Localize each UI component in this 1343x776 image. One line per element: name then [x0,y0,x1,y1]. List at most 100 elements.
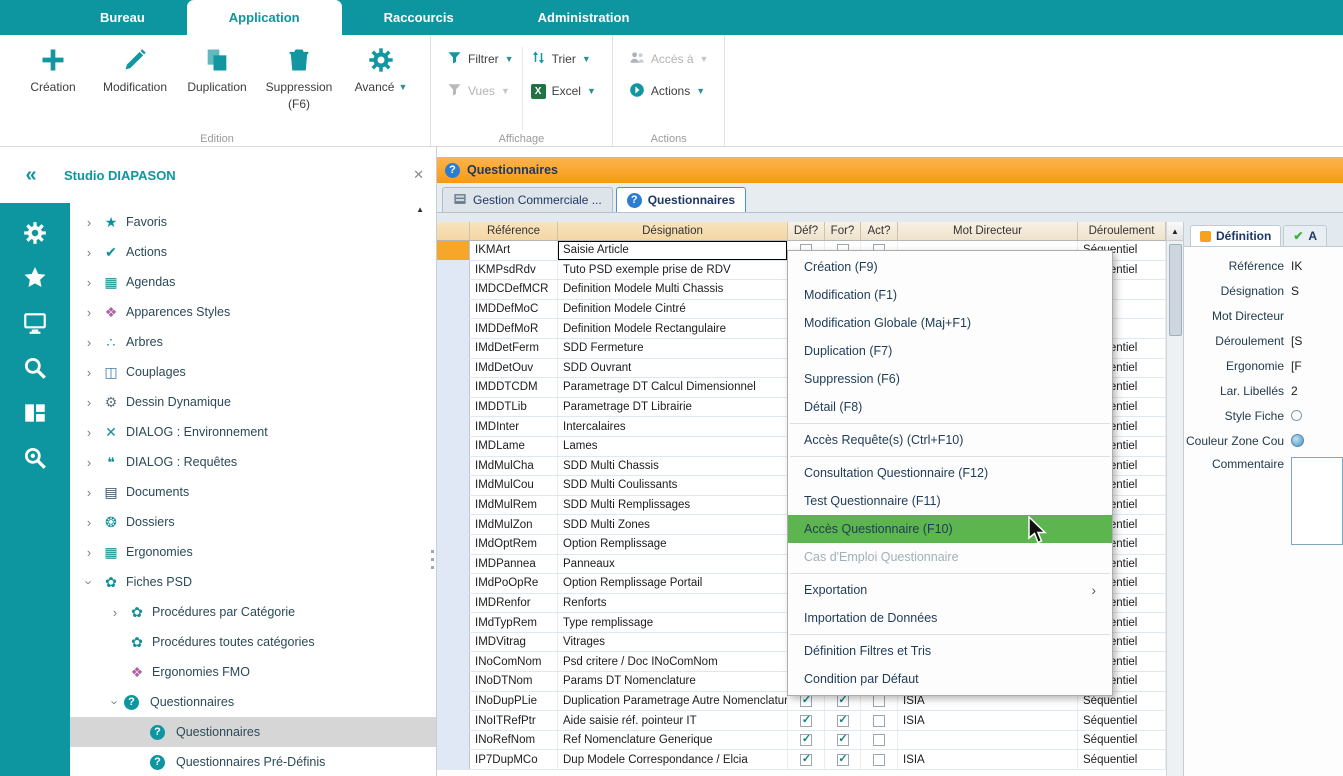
suppression-button[interactable]: Suppression (F6) [258,39,340,130]
tree-item-ergonomies[interactable]: ›▦Ergonomies [70,537,436,567]
vertical-scrollbar[interactable]: ▲ [1166,222,1183,776]
duplication-button[interactable]: Duplication [176,39,258,130]
chevron-expanded-icon[interactable]: › [82,573,97,591]
menu-item-exportation[interactable]: Exportation› [788,576,1112,604]
search-icon[interactable] [21,354,49,382]
menu-item-test-questionnaire-f11[interactable]: Test Questionnaire (F11) [788,487,1112,515]
tree-item-favoris[interactable]: ›★Favoris [70,207,436,237]
modification-button[interactable]: Modification [94,39,176,130]
checkbox[interactable] [837,715,849,727]
menu-item-condition-par-defaut[interactable]: Condition par Défaut [788,665,1112,693]
menu-item-definition-filtres-et-tris[interactable]: Définition Filtres et Tris [788,637,1112,665]
tree-item-ergonomies-fmo[interactable]: ❖Ergonomies FMO [70,657,436,687]
chevron-collapsed-icon[interactable]: › [80,455,98,470]
tree-item-couplages[interactable]: ›◫Couplages [70,357,436,387]
field-value-reference[interactable]: IK [1291,259,1302,273]
chevron-collapsed-icon[interactable]: › [80,545,98,560]
collapse-sidebar-icon[interactable]: « [10,164,52,187]
trier-button[interactable]: Trier ▼ [531,47,596,71]
settings-icon[interactable] [21,219,49,247]
checkbox[interactable] [873,734,885,746]
field-value-designation[interactable]: S [1291,284,1299,298]
chevron-expanded-icon[interactable]: › [108,693,123,711]
tree-item-apparences-styles[interactable]: ›❖Apparences Styles [70,297,436,327]
tree-item-dialog-environnement[interactable]: ›✕DIALOG : Environnement [70,417,436,447]
table-row[interactable]: IP7DupMCoDup Modele Correspondance / Elc… [437,750,1166,770]
color-picker-icon[interactable] [1291,434,1304,447]
header-designation[interactable]: Désignation [558,222,788,240]
favorites-icon[interactable] [21,264,49,292]
header-reference[interactable]: Référence [470,222,558,240]
checkbox[interactable] [800,754,812,766]
tree-item-dialog-requetes[interactable]: ›❝DIALOG : Requêtes [70,447,436,477]
menu-tab-raccourcis[interactable]: Raccourcis [342,0,496,35]
commentaire-textarea[interactable] [1291,457,1343,545]
menu-item-acces-requete-s-ctrl-f10[interactable]: Accès Requête(s) (Ctrl+F10) [788,426,1112,454]
chevron-collapsed-icon[interactable]: › [80,275,98,290]
actions-button[interactable]: Actions ▼ [629,79,709,103]
chevron-collapsed-icon[interactable]: › [80,215,98,230]
avance-button[interactable]: Avancé ▼ [340,39,422,130]
table-row[interactable]: INoITRefPtrAide saisie réf. pointeur ITI… [437,711,1166,731]
chevron-collapsed-icon[interactable]: › [80,425,98,440]
tree-item-dessin-dynamique[interactable]: ›⚙Dessin Dynamique [70,387,436,417]
header-for[interactable]: For? [825,222,861,240]
tree-item-arbres[interactable]: ›∴Arbres [70,327,436,357]
tree-scroll-up-icon[interactable]: ▲ [416,205,424,214]
excel-button[interactable]: X Excel ▼ [531,79,596,103]
tree-item-fiches-psd[interactable]: ›✿Fiches PSD [70,567,436,597]
menu-item-acces-questionnaire-f10[interactable]: Accès Questionnaire (F10) [788,515,1112,543]
creation-button[interactable]: Création [12,39,94,130]
checkbox[interactable] [800,734,812,746]
checkbox[interactable] [837,754,849,766]
menu-tab-bureau[interactable]: Bureau [58,0,187,35]
chevron-collapsed-icon[interactable]: › [80,305,98,320]
menu-item-suppression-f6[interactable]: Suppression (F6) [788,365,1112,393]
menu-item-modification-f1[interactable]: Modification (F1) [788,281,1112,309]
close-icon[interactable]: ✕ [413,167,424,183]
style-fiche-radio[interactable] [1291,410,1302,421]
filtrer-button[interactable]: Filtrer ▼ [447,47,514,71]
checkbox[interactable] [800,695,812,707]
checkbox[interactable] [873,715,885,727]
chevron-collapsed-icon[interactable]: › [80,395,98,410]
menu-item-importation-de-donnees[interactable]: Importation de Données [788,604,1112,632]
tree-item-documents[interactable]: ›▤Documents [70,477,436,507]
tree-item-questionnaires[interactable]: ›?Questionnaires [70,687,436,717]
tree-item-questionnaires[interactable]: ?Questionnaires [70,717,436,747]
menu-item-creation-f9[interactable]: Création (F9) [788,253,1112,281]
tab-gestion-commerciale[interactable]: Gestion Commerciale ... [442,187,613,212]
advanced-search-icon[interactable] [21,444,49,472]
menu-item-detail-f8[interactable]: Détail (F8) [788,393,1112,421]
tab-questionnaires[interactable]: ? Questionnaires [616,187,746,212]
checkbox[interactable] [873,754,885,766]
tab-definition[interactable]: Définition [1190,225,1281,246]
menu-item-duplication-f7[interactable]: Duplication (F7) [788,337,1112,365]
checkbox[interactable] [873,695,885,707]
screens-icon[interactable] [21,309,49,337]
chevron-collapsed-icon[interactable]: › [106,605,124,620]
header-def[interactable]: Déf? [788,222,825,240]
checkbox[interactable] [800,715,812,727]
tree-item-agendas[interactable]: ›▦Agendas [70,267,436,297]
checkbox[interactable] [837,695,849,707]
chevron-collapsed-icon[interactable]: › [80,245,98,260]
field-value-ergonomie[interactable]: [F [1291,359,1302,373]
checkbox[interactable] [837,734,849,746]
tab-secondary[interactable]: ✔ A [1283,225,1327,246]
tree-item-questionnaires-pre-definis[interactable]: ?Questionnaires Pré-Définis [70,747,436,776]
tree-item-actions[interactable]: ›✔Actions [70,237,436,267]
tree-item-dossiers[interactable]: ›❂Dossiers [70,507,436,537]
chevron-collapsed-icon[interactable]: › [80,485,98,500]
header-deroulement[interactable]: Déroulement [1078,222,1166,240]
menu-tab-application[interactable]: Application [187,0,342,35]
tree-item-procedures-par-categorie[interactable]: ›✿Procédures par Catégorie [70,597,436,627]
chevron-collapsed-icon[interactable]: › [80,335,98,350]
splitter-grip[interactable] [431,550,434,553]
layout-icon[interactable] [21,399,49,427]
field-value-deroulement[interactable]: [S [1291,334,1302,348]
menu-item-modification-globale-maj-f1[interactable]: Modification Globale (Maj+F1) [788,309,1112,337]
menu-item-consultation-questionnaire-f12[interactable]: Consultation Questionnaire (F12) [788,459,1112,487]
scroll-up-icon[interactable]: ▲ [1167,222,1184,241]
table-row[interactable]: INoRefNomRef Nomenclature GeneriqueSéque… [437,731,1166,751]
